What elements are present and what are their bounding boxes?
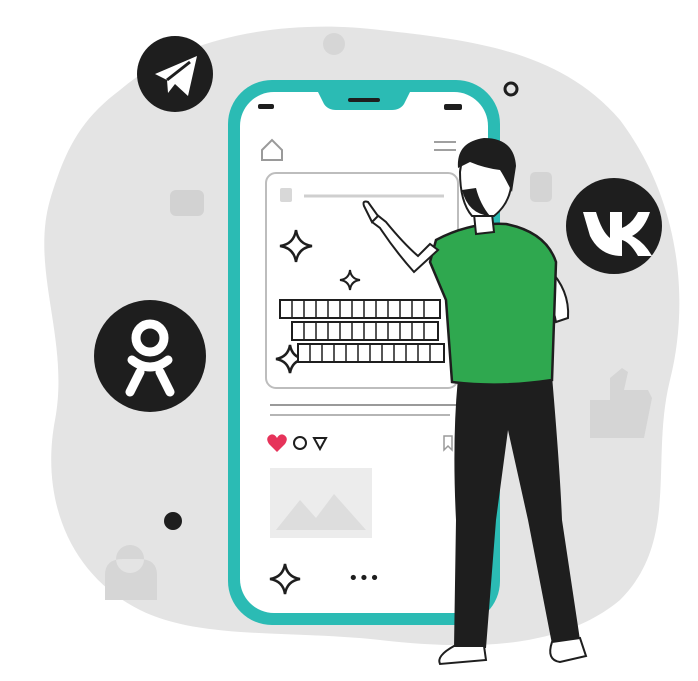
battery-icon — [444, 104, 462, 110]
faint-vk-icon — [170, 190, 204, 216]
signal-icon — [258, 104, 274, 109]
small-dot — [164, 512, 182, 530]
faint-badge-icon — [530, 172, 552, 202]
telegram-icon — [137, 36, 213, 112]
illustration-svg: ••• — [44, 26, 680, 666]
vk-icon — [566, 178, 662, 274]
illustration-scene: ••• — [0, 0, 698, 677]
odnoklassniki-icon — [94, 300, 206, 412]
more-dots-icon: ••• — [348, 568, 380, 589]
person-foot — [438, 645, 488, 666]
faint-circle-icon — [323, 33, 345, 55]
person-foot — [549, 636, 588, 664]
